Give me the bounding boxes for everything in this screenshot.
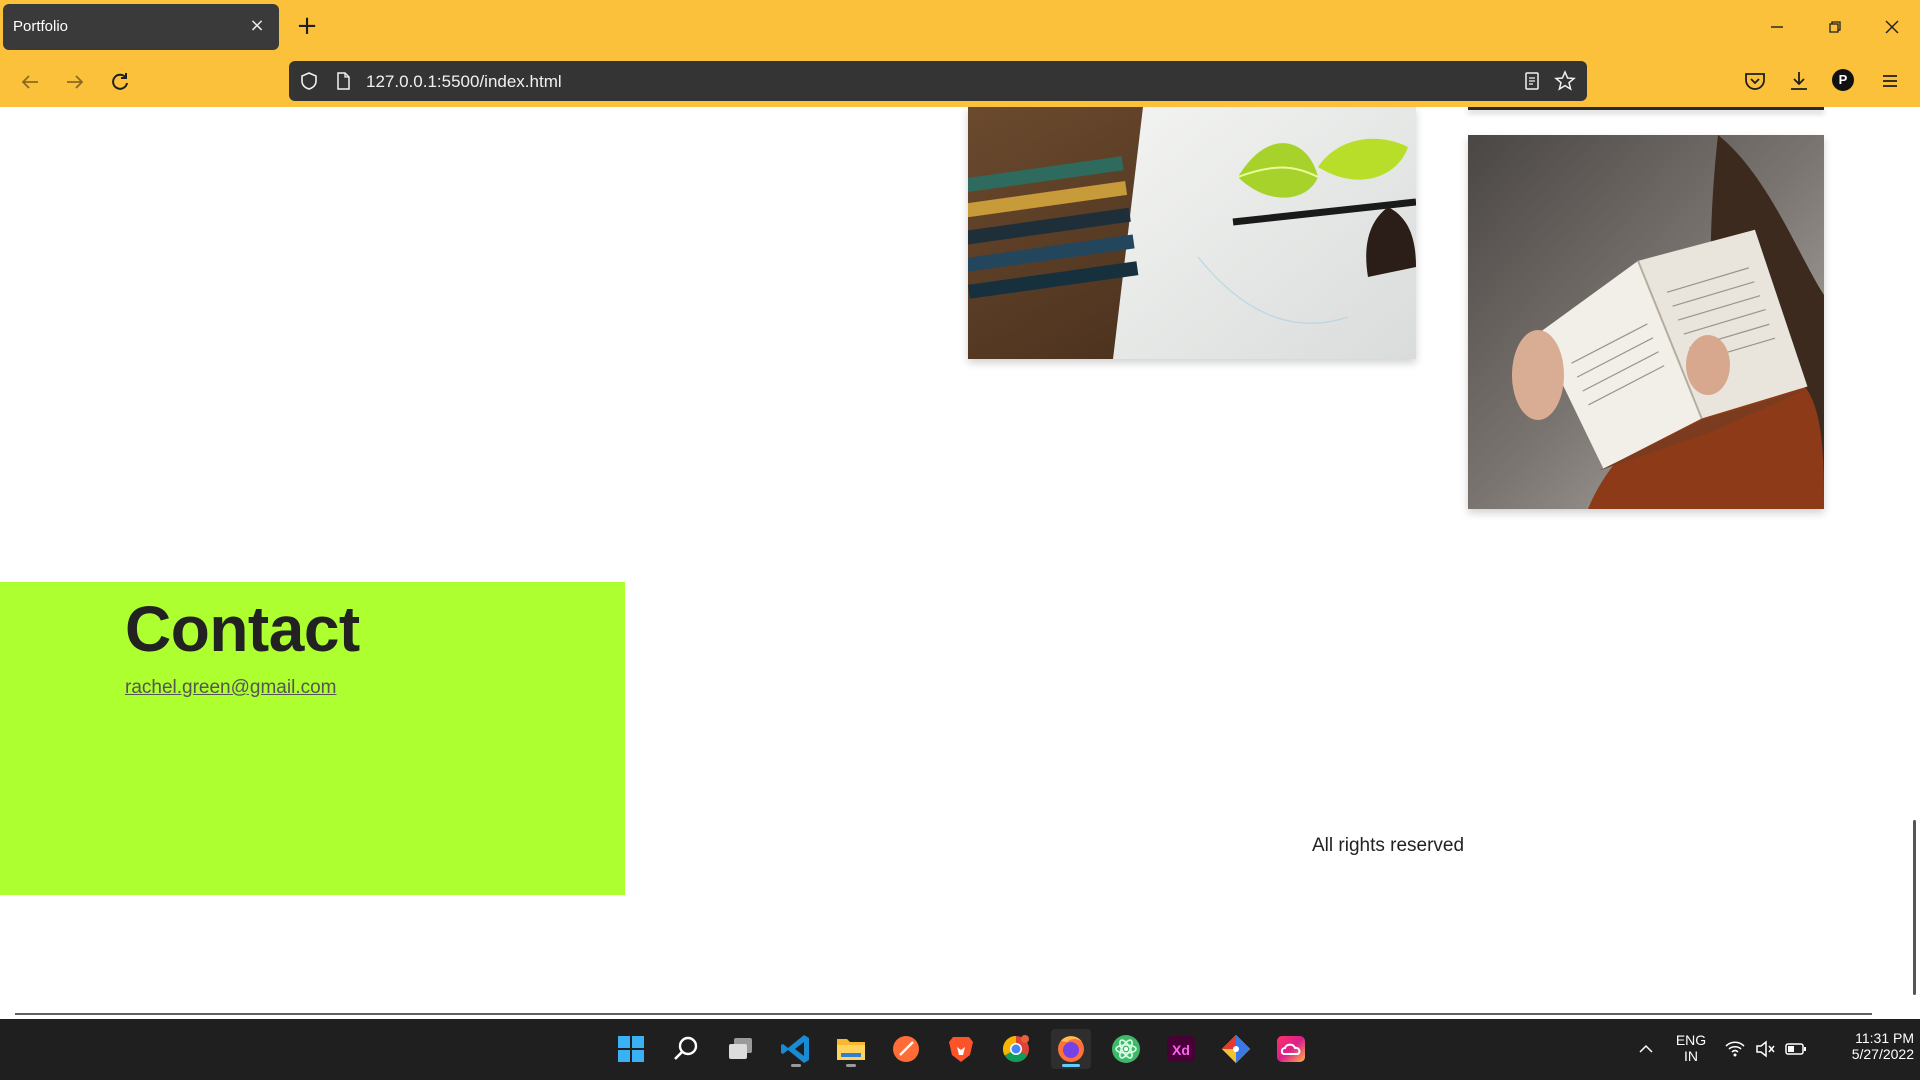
bookmark-star-icon[interactable]: [1554, 70, 1576, 92]
page-scrollbar[interactable]: [1913, 820, 1916, 995]
close-icon: [1885, 20, 1899, 34]
reload-button[interactable]: [105, 67, 135, 97]
menu-icon[interactable]: [1877, 68, 1903, 94]
battery-icon[interactable]: [1784, 1038, 1808, 1060]
language-indicator[interactable]: ENG IN: [1671, 1032, 1711, 1064]
taskbar-app-firefox[interactable]: [1051, 1029, 1091, 1069]
creative-cloud-icon: [1277, 1036, 1305, 1062]
pocket-icon[interactable]: [1742, 68, 1768, 94]
tab-close-icon[interactable]: ×: [247, 16, 267, 36]
brave-lion-icon: [949, 1037, 973, 1062]
atom-icon: [1112, 1035, 1140, 1063]
tab-portfolio[interactable]: Portfolio ×: [3, 4, 279, 50]
minimize-button[interactable]: [1762, 12, 1792, 42]
region-code: IN: [1684, 1048, 1698, 1064]
reload-icon: [112, 73, 128, 90]
active-indicator: [1062, 1064, 1080, 1067]
running-indicator: [791, 1064, 801, 1067]
wifi-icon[interactable]: [1724, 1038, 1746, 1060]
firefox-icon: [1058, 1036, 1084, 1062]
search-icon: [674, 1036, 698, 1060]
page-viewport: Contact rachel.green@gmail.com All right…: [0, 107, 1920, 1019]
running-indicator: [846, 1064, 856, 1067]
footer-copyright: All rights reserved: [1312, 835, 1465, 856]
contact-heading: Contact: [125, 593, 360, 665]
clock-date: 5/27/2022: [1851, 1046, 1914, 1062]
svg-text:Xd: Xd: [1172, 1042, 1190, 1058]
taskbar-app-chrome[interactable]: [996, 1029, 1036, 1069]
git-icon: [1221, 1034, 1251, 1064]
portfolio-image-previous: [1468, 107, 1824, 110]
chrome-icon: [1002, 1035, 1029, 1063]
vscode-icon: [781, 1035, 809, 1063]
tab-title: Portfolio: [13, 18, 69, 35]
painting-image: [968, 107, 1416, 359]
reading-image: [1468, 135, 1824, 509]
taskbar-app-atom[interactable]: [1106, 1029, 1146, 1069]
taskbar-search-button[interactable]: [666, 1029, 706, 1069]
arrow-right-icon: [67, 75, 84, 89]
footer-divider: [15, 1013, 1872, 1015]
reader-view-icon[interactable]: [1521, 70, 1543, 92]
task-view-button[interactable]: [721, 1029, 761, 1069]
restore-icon: [1829, 21, 1841, 33]
url-text[interactable]: 127.0.0.1:5500/index.html: [366, 72, 562, 92]
taskbar-app-vscode[interactable]: [776, 1029, 816, 1069]
language-code: ENG: [1675, 1032, 1707, 1048]
windows-taskbar: Xd ENG IN 11:31 PM 5/27/2022: [0, 1019, 1920, 1080]
browser-titlebar: Portfolio × +: [0, 0, 1920, 55]
browser-navbar: 127.0.0.1:5500/index.html P: [0, 55, 1920, 107]
postman-icon: [893, 1036, 919, 1062]
taskbar-app-creative-cloud[interactable]: [1271, 1029, 1311, 1069]
address-bar[interactable]: 127.0.0.1:5500/index.html: [289, 61, 1587, 101]
chevron-up-icon[interactable]: [1636, 1039, 1656, 1059]
taskbar-app-postman[interactable]: [886, 1029, 926, 1069]
close-window-button[interactable]: [1877, 12, 1907, 42]
adobe-xd-icon: Xd: [1167, 1036, 1195, 1062]
taskbar-app-adobe-xd[interactable]: Xd: [1161, 1029, 1201, 1069]
restore-button[interactable]: [1820, 12, 1850, 42]
shield-icon[interactable]: [298, 70, 320, 92]
minimize-icon: [1771, 26, 1783, 28]
forward-button[interactable]: [60, 67, 90, 97]
clock[interactable]: 11:31 PM 5/27/2022: [1820, 1030, 1914, 1062]
start-button[interactable]: [611, 1029, 651, 1069]
clock-time: 11:31 PM: [1855, 1030, 1914, 1046]
taskbar-app-file-explorer[interactable]: [831, 1029, 871, 1069]
folder-icon: [837, 1039, 865, 1060]
new-tab-button[interactable]: +: [293, 13, 321, 41]
portfolio-image-painting[interactable]: [968, 107, 1416, 359]
contact-section: Contact rachel.green@gmail.com: [0, 582, 625, 895]
back-button[interactable]: [15, 67, 45, 97]
taskbar-app-brave[interactable]: [941, 1029, 981, 1069]
download-icon[interactable]: [1786, 68, 1812, 94]
arrow-left-icon: [21, 75, 38, 89]
contact-email-link[interactable]: rachel.green@gmail.com: [125, 677, 337, 699]
taskbar-app-git[interactable]: [1216, 1029, 1256, 1069]
page-icon: [337, 72, 350, 90]
windows-logo-icon: [618, 1036, 644, 1062]
profile-avatar[interactable]: P: [1832, 69, 1854, 91]
speaker-muted-icon[interactable]: [1754, 1038, 1776, 1060]
task-view-icon: [729, 1038, 752, 1059]
portfolio-image-reading[interactable]: [1468, 135, 1824, 509]
